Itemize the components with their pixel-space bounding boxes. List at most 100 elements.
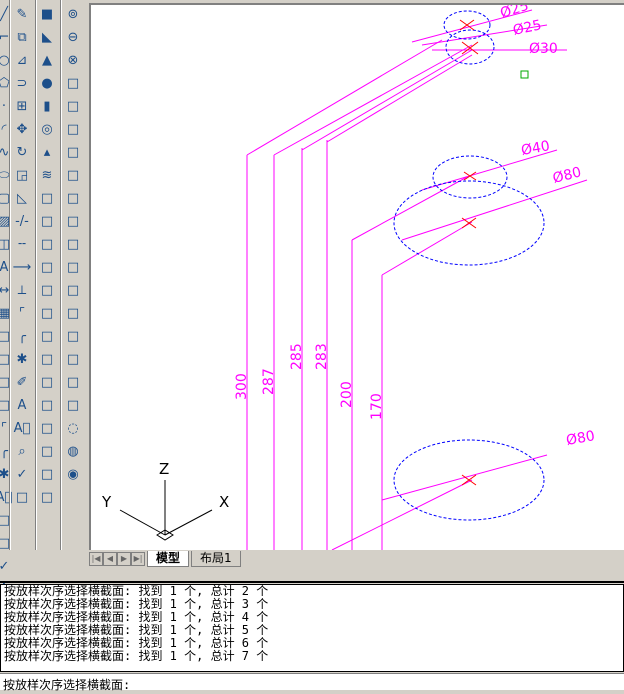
dim-label: 283 bbox=[314, 343, 330, 370]
single-text-icon[interactable]: □ bbox=[0, 510, 14, 530]
modeling-toolbar: ■ ◣ ▲ ● ▮ ◎ ▴ ≋ □ □ □ □ □ □ □ □ □ □ □ □ □ □ bbox=[37, 4, 57, 507]
prev-tab-button[interactable]: ◀ bbox=[103, 551, 117, 566]
dim-label: 285 bbox=[289, 343, 305, 370]
chamfer-icon[interactable]: ⌜ bbox=[12, 303, 32, 323]
sphere-icon[interactable]: ● bbox=[37, 73, 57, 93]
break-icon[interactable]: ╌ bbox=[12, 234, 32, 254]
realistic-icon[interactable]: ◍ bbox=[63, 441, 83, 461]
section-icon[interactable]: □ bbox=[37, 395, 57, 415]
rotate-icon[interactable]: ↻ bbox=[12, 142, 32, 162]
last-tab-button[interactable]: ▶| bbox=[131, 551, 145, 566]
modify-toolbar: ✎ ⧉ ⊿ ⊃ ⊞ ✥ ↻ ◲ ◺ -/- ╌ ⟶ ⟂ ⌜ ╭ ✱ ✐ A A⃞ ⌕ ✓ □ bbox=[12, 4, 32, 507]
rotate-face-icon[interactable]: □ bbox=[63, 165, 83, 185]
diameter-label: Ø25 bbox=[512, 17, 544, 39]
move-icon[interactable]: ✥ bbox=[12, 119, 32, 139]
union-icon[interactable]: ⊚ bbox=[63, 4, 83, 24]
flatshot-icon[interactable]: □ bbox=[37, 418, 57, 438]
hidden-icon[interactable]: □ bbox=[63, 395, 83, 415]
first-tab-button[interactable]: |◀ bbox=[89, 551, 103, 566]
diameter-label: Ø80 bbox=[565, 428, 596, 449]
y-axis-label: Y bbox=[101, 493, 112, 511]
cylinder-icon[interactable]: ▮ bbox=[37, 96, 57, 116]
diameter-label: Ø40 bbox=[520, 138, 551, 159]
toolbar-divider bbox=[60, 0, 62, 550]
subtract-icon[interactable]: ⊖ bbox=[63, 27, 83, 47]
spellcheck-icon[interactable]: ✓ bbox=[12, 464, 32, 484]
copy-face-icon[interactable]: □ bbox=[63, 211, 83, 231]
ucs-icon: Z Y X bbox=[101, 460, 229, 541]
conceptual-icon[interactable]: ◌ bbox=[63, 418, 83, 438]
x-axis-label: X bbox=[219, 493, 229, 511]
history-line: 按放样次序选择横截面: 找到 1 个, 总计 7 个 bbox=[4, 649, 269, 663]
delete-face-icon[interactable]: □ bbox=[63, 142, 83, 162]
z-axis-label: Z bbox=[159, 460, 169, 478]
intersect-icon[interactable]: ⊗ bbox=[63, 50, 83, 70]
extrude-icon[interactable]: □ bbox=[37, 211, 57, 231]
tab-layout1[interactable]: 布局1 bbox=[191, 550, 241, 567]
diameter-label: Ø30 bbox=[529, 41, 558, 57]
mirror-icon[interactable]: ⊿ bbox=[12, 50, 32, 70]
shell-icon[interactable]: □ bbox=[63, 303, 83, 323]
clean-icon[interactable]: □ bbox=[63, 349, 83, 369]
erase-icon[interactable]: ✎ bbox=[12, 4, 32, 24]
text-edit-icon[interactable]: □ bbox=[0, 533, 14, 553]
solid-editing-toolbar: ⊚ ⊖ ⊗ □ □ □ □ □ □ □ □ □ □ □ □ □ □ □ ◌ ◍ ◉ bbox=[63, 4, 83, 484]
explode-icon[interactable]: ✱ bbox=[12, 349, 32, 369]
command-history: 按放样次序选择横截面: 找到 1 个, 总计 2 个 按放样次序选择横截面: 找… bbox=[0, 584, 624, 672]
extrude-face-icon[interactable]: □ bbox=[63, 73, 83, 93]
helix-icon[interactable]: ≋ bbox=[37, 165, 57, 185]
dim-label: 300 bbox=[234, 373, 250, 400]
torus-icon[interactable]: ◎ bbox=[37, 119, 57, 139]
move-face-icon[interactable]: □ bbox=[63, 96, 83, 116]
color-face-icon[interactable]: □ bbox=[63, 234, 83, 254]
extend-icon[interactable]: ⟶ bbox=[12, 257, 32, 277]
scale-icon[interactable]: ◲ bbox=[12, 165, 32, 185]
separate-icon[interactable]: □ bbox=[63, 280, 83, 300]
union-3d-icon[interactable]: □ bbox=[37, 326, 57, 346]
wedge-icon[interactable]: ◣ bbox=[37, 27, 57, 47]
3d-wireframe-icon[interactable]: □ bbox=[63, 372, 83, 392]
layout-tabs: |◀ ◀ ▶ ▶| 模型 布局1 bbox=[89, 550, 624, 567]
text-a-icon[interactable]: A bbox=[12, 395, 32, 415]
dim-label: 287 bbox=[261, 368, 277, 395]
toolbar-divider bbox=[9, 0, 11, 550]
find-icon[interactable]: ⌕ bbox=[12, 441, 32, 461]
drawing-canvas[interactable]: 300 287 285 283 200 170 Ø25 Ø25 Ø30 Ø40 … bbox=[89, 3, 624, 550]
render-icon[interactable]: □ bbox=[37, 441, 57, 461]
offset-face-icon[interactable]: □ bbox=[63, 119, 83, 139]
slice-icon[interactable]: □ bbox=[37, 349, 57, 369]
pencil-icon[interactable]: ✐ bbox=[12, 372, 32, 392]
text-style-icon[interactable]: A⃞ bbox=[12, 418, 32, 438]
loft-icon[interactable]: □ bbox=[37, 303, 57, 323]
cone-icon[interactable]: ▲ bbox=[37, 50, 57, 70]
diameter-label: Ø80 bbox=[551, 164, 583, 187]
dim-label: 200 bbox=[339, 381, 355, 408]
text-small-icon[interactable]: □ bbox=[12, 487, 32, 507]
join-icon[interactable]: ⟂ bbox=[12, 280, 32, 300]
check-icon[interactable]: □ bbox=[63, 326, 83, 346]
grip-marker[interactable] bbox=[520, 70, 529, 79]
pyramid-icon[interactable]: ▴ bbox=[37, 142, 57, 162]
next-tab-button[interactable]: ▶ bbox=[117, 551, 131, 566]
interfere-icon[interactable]: □ bbox=[37, 372, 57, 392]
array-icon[interactable]: ⊞ bbox=[12, 96, 32, 116]
offset-icon[interactable]: ⊃ bbox=[12, 73, 32, 93]
copy-icon[interactable]: ⧉ bbox=[12, 27, 32, 47]
sweep-icon[interactable]: □ bbox=[37, 257, 57, 277]
command-input[interactable]: 按放样次序选择横截面: bbox=[0, 673, 624, 692]
stretch-icon[interactable]: ◺ bbox=[12, 188, 32, 208]
revolve-icon[interactable]: □ bbox=[37, 280, 57, 300]
fillet-icon[interactable]: ╭ bbox=[12, 326, 32, 346]
planar-surface-icon[interactable]: □ bbox=[37, 188, 57, 208]
presspull-icon[interactable]: □ bbox=[37, 234, 57, 254]
box-3d-icon[interactable]: ■ bbox=[37, 4, 57, 24]
taper-face-icon[interactable]: □ bbox=[63, 188, 83, 208]
tab-model[interactable]: 模型 bbox=[147, 550, 190, 567]
command-splitter[interactable] bbox=[0, 567, 624, 583]
dim-label: 170 bbox=[369, 393, 385, 420]
sun-icon[interactable]: □ bbox=[37, 487, 57, 507]
shaded-icon[interactable]: ◉ bbox=[63, 464, 83, 484]
imprint-icon[interactable]: □ bbox=[63, 257, 83, 277]
material-icon[interactable]: □ bbox=[37, 464, 57, 484]
trim-icon[interactable]: -/- bbox=[12, 211, 32, 231]
